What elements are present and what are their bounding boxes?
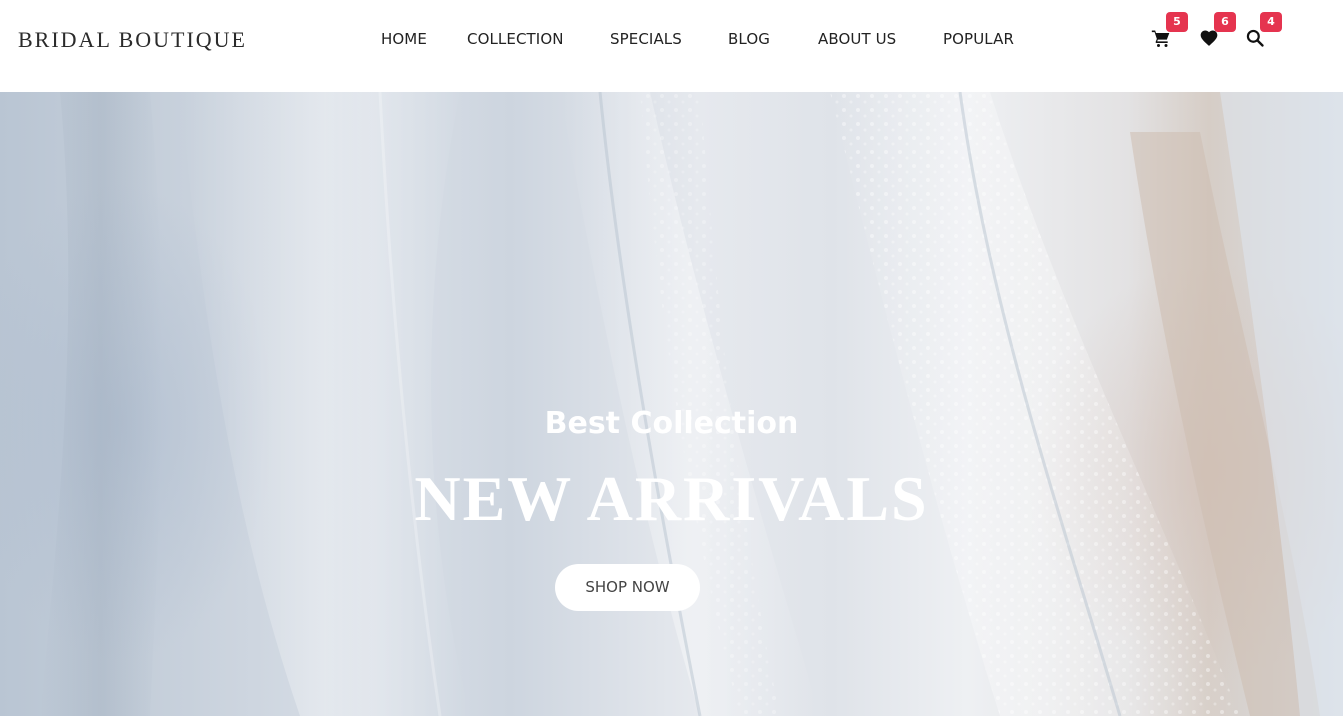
cart-count-badge: 5 — [1166, 12, 1188, 32]
nav-collection[interactable]: COLLECTION — [467, 30, 564, 48]
shop-now-button[interactable]: SHOP NOW — [555, 564, 700, 611]
site-header: BRIDAL BOUTIQUE HOME COLLECTION SPECIALS… — [0, 0, 1343, 92]
cart-button[interactable]: 5 — [1151, 12, 1188, 50]
nav-specials[interactable]: SPECIALS — [610, 30, 682, 48]
hero-content: Best Collection NEW ARRIVALS SHOP NOW — [0, 92, 1343, 716]
nav-blog[interactable]: BLOG — [728, 30, 770, 48]
hero-banner: Best Collection NEW ARRIVALS SHOP NOW — [0, 92, 1343, 716]
site-logo[interactable]: BRIDAL BOUTIQUE — [18, 27, 247, 53]
nav-popular[interactable]: POPULAR — [943, 30, 1014, 48]
wishlist-button[interactable]: 6 — [1199, 12, 1236, 50]
search-button[interactable]: 4 — [1245, 12, 1282, 50]
nav-home[interactable]: HOME — [381, 30, 427, 48]
wishlist-count-badge: 6 — [1214, 12, 1236, 32]
hero-title: NEW ARRIVALS — [414, 463, 929, 534]
nav-about-us[interactable]: ABOUT US — [818, 30, 896, 48]
search-count-badge: 4 — [1260, 12, 1282, 32]
hero-subtitle: Best Collection — [544, 406, 799, 441]
